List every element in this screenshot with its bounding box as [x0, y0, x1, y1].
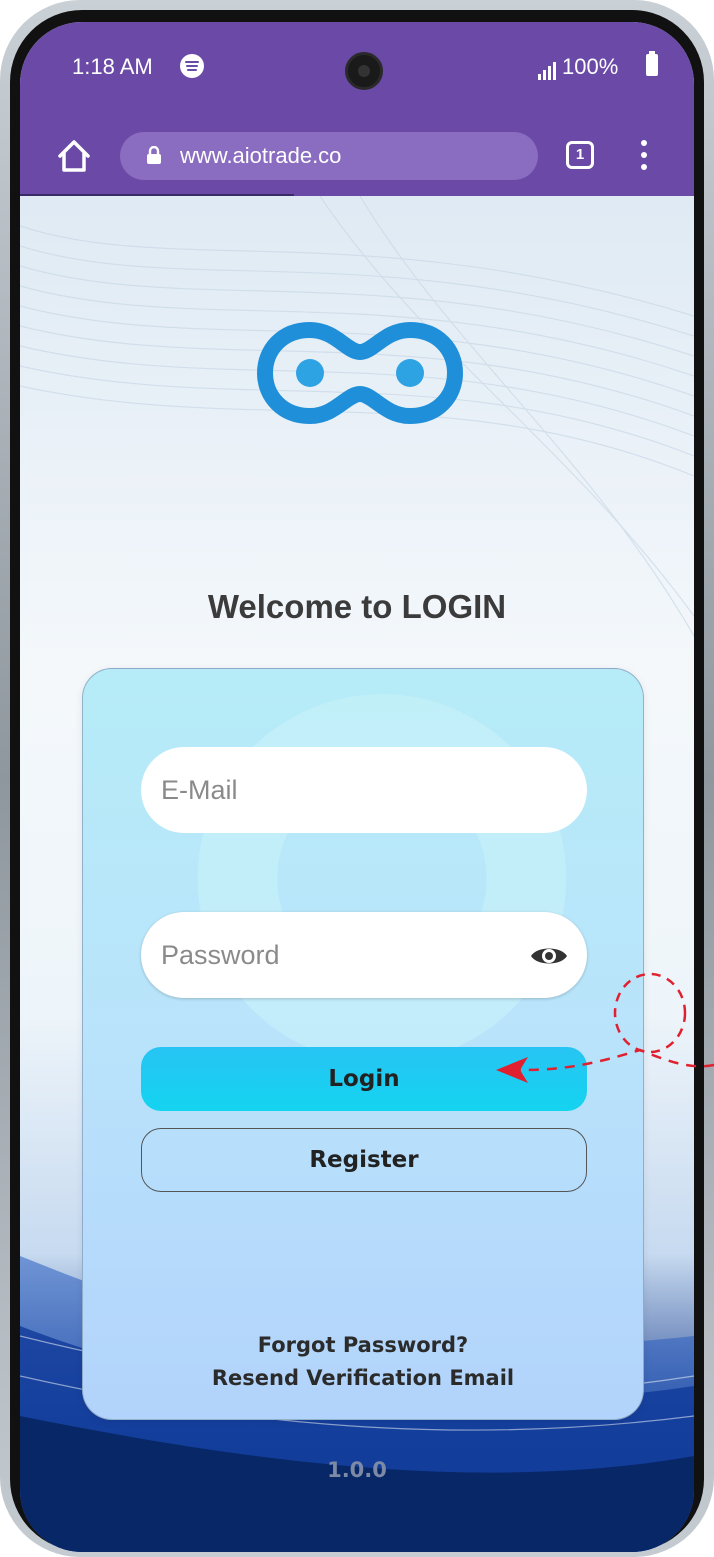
home-icon[interactable]	[54, 136, 94, 176]
page-title: Welcome to LOGIN	[207, 588, 507, 625]
address-bar[interactable]: www.aiotrade.co	[120, 132, 538, 180]
forgot-password-link[interactable]: Forgot Password?	[83, 1333, 643, 1357]
login-page: Welcome to LOGIN Login Register Forgot P…	[20, 196, 694, 1552]
register-button[interactable]: Register	[141, 1128, 587, 1192]
lock-icon	[147, 146, 161, 164]
spotify-icon	[180, 54, 204, 78]
email-field[interactable]	[141, 747, 587, 833]
browser-toolbar: www.aiotrade.co 1	[20, 114, 694, 197]
url-text: www.aiotrade.co	[180, 143, 342, 168]
login-card: Login Register Forgot Password? Resend V…	[82, 668, 644, 1420]
battery-percentage: 100%	[562, 54, 619, 79]
menu-icon[interactable]	[640, 140, 648, 170]
app-version: 1.0.0	[327, 1458, 387, 1482]
battery-icon	[646, 51, 658, 76]
password-field[interactable]	[141, 912, 587, 998]
front-camera	[345, 52, 383, 90]
logo-icon	[256, 321, 464, 425]
show-password-icon[interactable]	[529, 943, 569, 969]
signal-icon	[538, 62, 558, 80]
status-bar: 1:18 AM 100%	[20, 22, 694, 114]
phone-screen: 1:18 AM 100% www.aiotrade.co 1 Welcome t…	[20, 22, 694, 1552]
tabs-icon[interactable]: 1	[566, 141, 594, 169]
status-time: 1:18 AM	[72, 54, 153, 79]
resend-verification-link[interactable]: Resend Verification Email	[83, 1366, 643, 1390]
login-button[interactable]: Login	[141, 1047, 587, 1111]
